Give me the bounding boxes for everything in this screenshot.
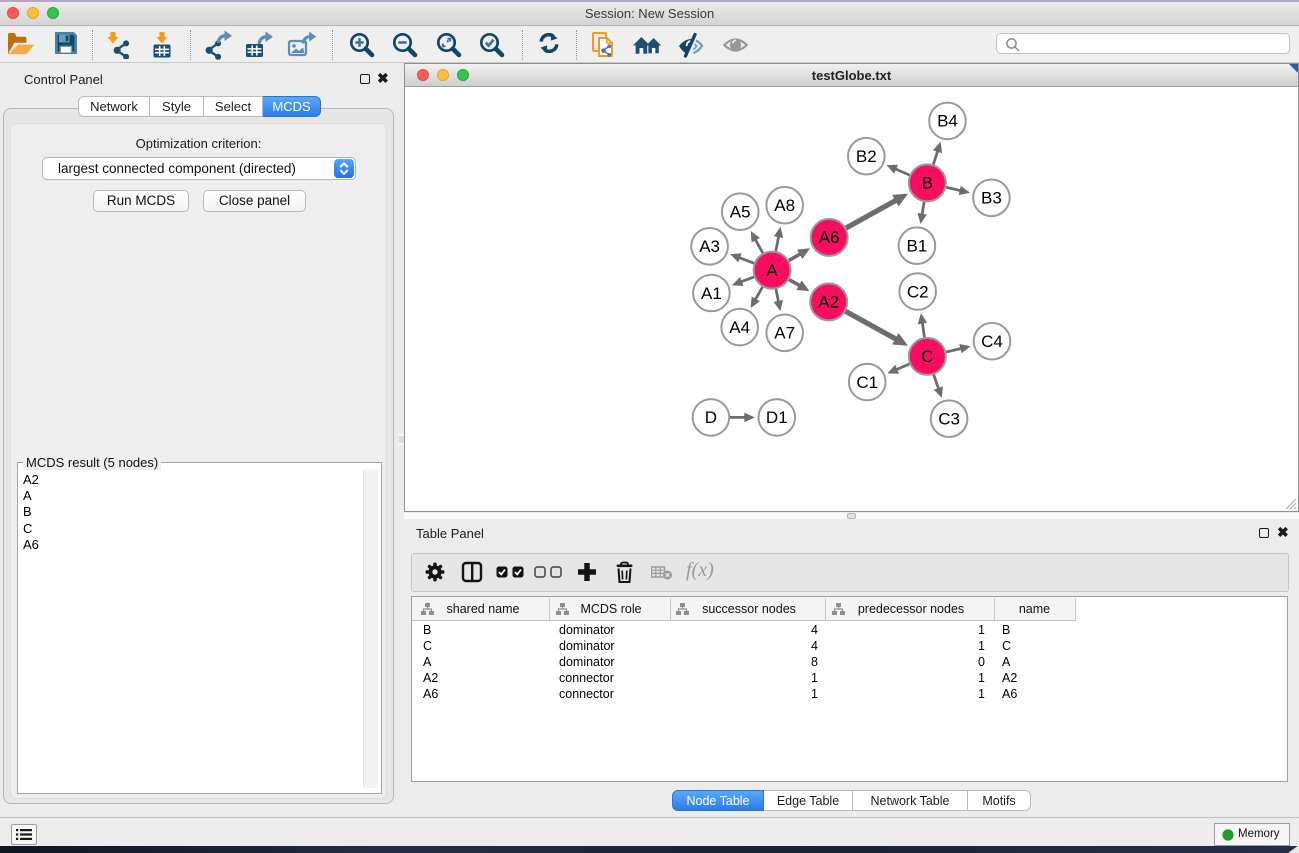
svg-text:A4: A4 — [729, 318, 750, 337]
svg-text:A8: A8 — [774, 196, 795, 215]
svg-text:A6: A6 — [819, 228, 840, 247]
svg-text:C4: C4 — [981, 332, 1003, 351]
svg-text:C2: C2 — [907, 282, 929, 301]
svg-text:B3: B3 — [981, 189, 1002, 208]
svg-text:A2: A2 — [818, 293, 839, 312]
svg-text:A: A — [766, 261, 778, 280]
svg-text:A7: A7 — [774, 324, 795, 343]
svg-text:B1: B1 — [907, 237, 928, 256]
svg-text:C1: C1 — [856, 373, 878, 392]
svg-text:B: B — [922, 174, 933, 193]
svg-text:C: C — [921, 347, 933, 366]
svg-text:C3: C3 — [938, 410, 960, 429]
svg-text:B4: B4 — [937, 112, 958, 131]
svg-text:D1: D1 — [766, 408, 788, 427]
svg-text:A3: A3 — [699, 237, 720, 256]
svg-text:B2: B2 — [856, 147, 877, 166]
svg-text:D: D — [705, 408, 717, 427]
svg-text:A1: A1 — [701, 284, 722, 303]
svg-text:A5: A5 — [730, 203, 751, 222]
